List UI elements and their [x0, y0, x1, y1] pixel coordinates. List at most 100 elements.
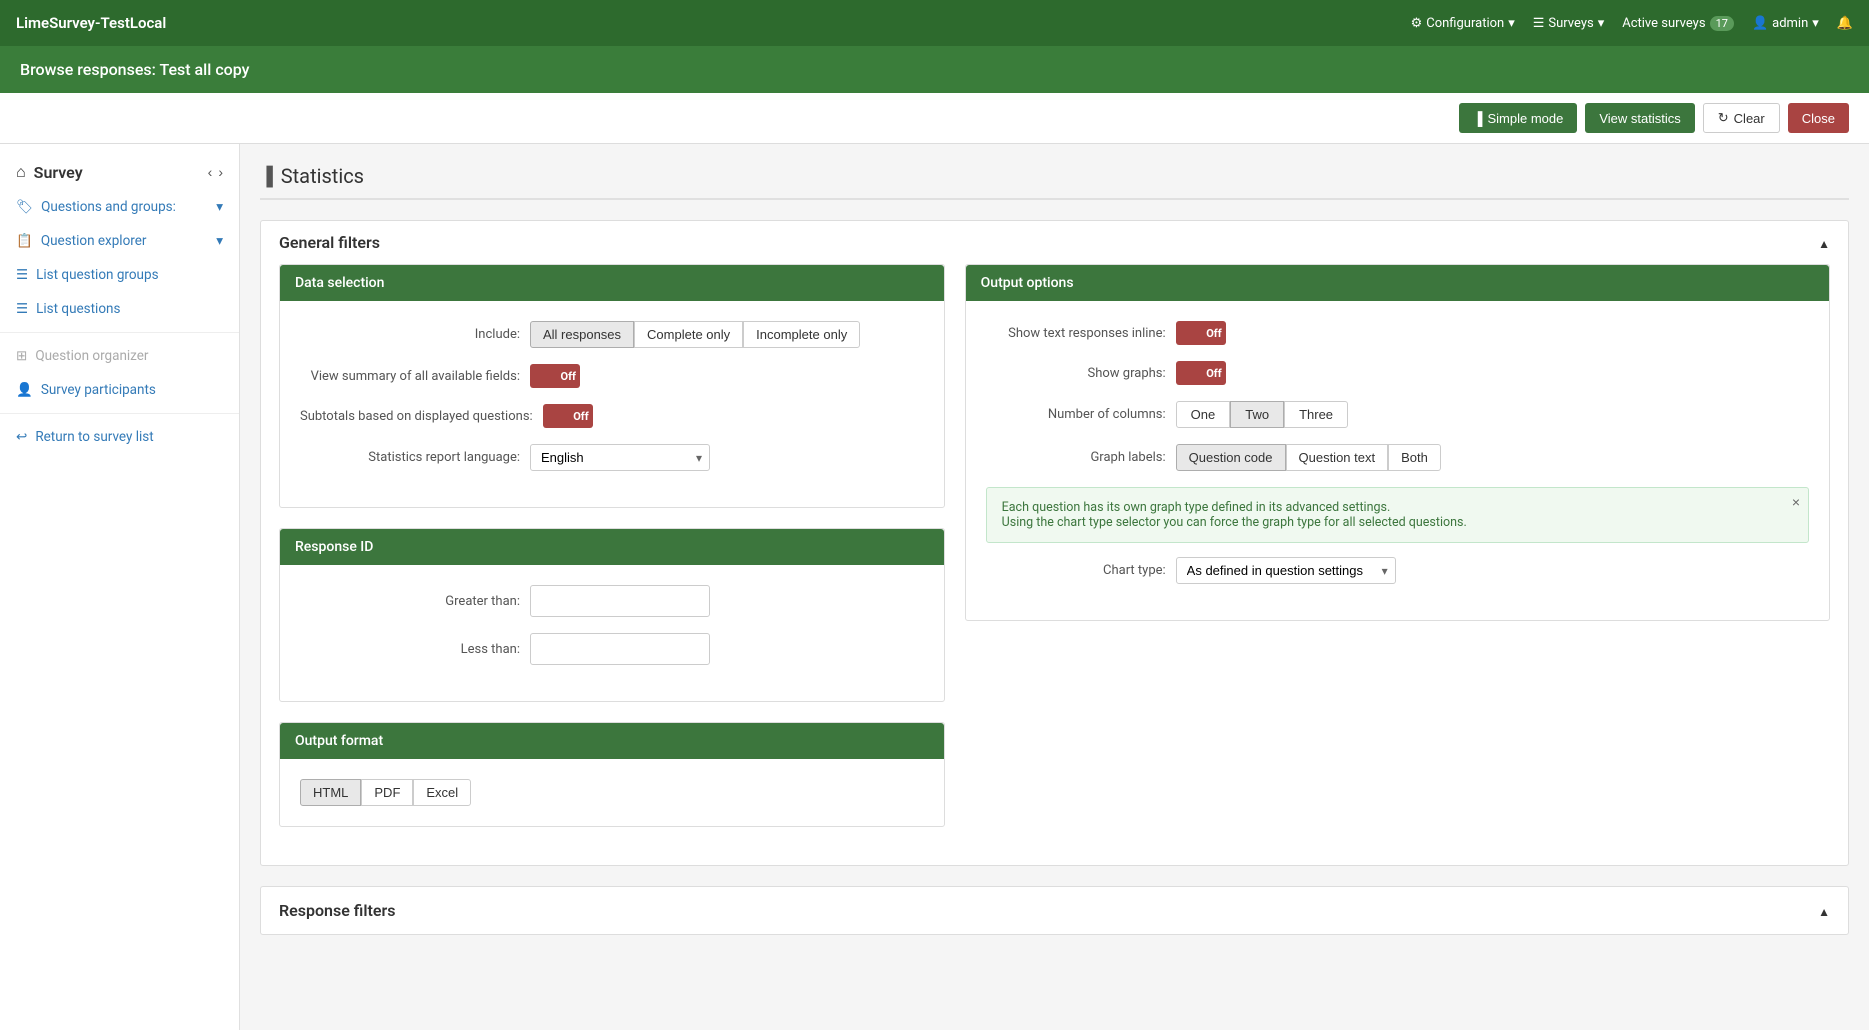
clear-button[interactable]: ↻ Clear	[1703, 103, 1780, 133]
output-format-body: HTML PDF Excel	[280, 759, 944, 826]
view-statistics-button[interactable]: View statistics	[1585, 103, 1694, 133]
question-text-btn[interactable]: Question text	[1286, 444, 1389, 471]
subtotals-label: Subtotals based on displayed questions:	[300, 409, 533, 424]
statistics-title: Statistics	[281, 164, 364, 188]
all-responses-btn[interactable]: All responses	[530, 321, 634, 348]
data-selection-panel: Data selection Include: All responses Co…	[279, 264, 945, 508]
main-content: ▐ Statistics General filters Data select…	[240, 144, 1869, 1030]
configuration-menu[interactable]: ⚙ Configuration ▾	[1411, 16, 1515, 31]
output-options-panel: Output options Show text responses inlin…	[965, 264, 1830, 621]
sidebar-item-survey-participants[interactable]: 👤 Survey participants	[0, 373, 239, 407]
notifications-bell[interactable]: 🔔	[1837, 16, 1853, 31]
alert-message-line1: Each question has its own graph type def…	[1002, 500, 1793, 515]
two-columns-btn[interactable]: Two	[1230, 401, 1284, 428]
sidebar-item-questions-groups[interactable]: 🏷 Questions and groups: ▾	[0, 190, 239, 224]
sidebar-item-question-organizer: ⊞ Question organizer	[0, 339, 239, 373]
output-format-btn-group: HTML PDF Excel	[300, 779, 924, 806]
explorer-icon: 📋	[16, 233, 33, 249]
chevron-down-icon-qg: ▾	[216, 199, 223, 215]
sidebar-item-question-explorer[interactable]: 📋 Question explorer ▾	[0, 224, 239, 258]
show-graphs-toggle[interactable]: Off	[1176, 361, 1226, 385]
less-than-label: Less than:	[300, 642, 520, 657]
participants-icon: 👤	[16, 382, 33, 398]
alert-message-line2: Using the chart type selector you can fo…	[1002, 515, 1793, 530]
active-surveys-badge: 17	[1710, 16, 1734, 31]
topnav-items: ⚙ Configuration ▾ ☰ Surveys ▾ Active sur…	[1411, 16, 1853, 31]
view-summary-label: View summary of all available fields:	[300, 369, 520, 384]
two-col-layout: Data selection Include: All responses Co…	[279, 264, 1830, 847]
subtotals-toggle[interactable]: Off	[543, 404, 593, 428]
both-btn[interactable]: Both	[1388, 444, 1441, 471]
response-id-panel: Response ID Greater than: Less than:	[279, 528, 945, 702]
list-qg-icon: ☰	[16, 267, 28, 283]
show-text-label: Show text responses inline:	[986, 326, 1166, 341]
greater-than-input[interactable]	[530, 585, 710, 617]
language-row: Statistics report language: English	[300, 444, 924, 471]
response-id-body: Greater than: Less than:	[280, 565, 944, 701]
alert-close-btn[interactable]: ×	[1792, 494, 1800, 510]
general-filters-header[interactable]: General filters	[261, 221, 1848, 264]
chart-info-alert: × Each question has its own graph type d…	[986, 487, 1809, 543]
sidebar-next-button[interactable]: ›	[218, 164, 223, 180]
response-filters-section[interactable]: Response filters	[260, 886, 1849, 935]
chart-type-select[interactable]: As defined in question settings	[1176, 557, 1396, 584]
right-column: Output options Show text responses inlin…	[965, 264, 1830, 847]
view-summary-row: View summary of all available fields: Of…	[300, 364, 924, 388]
greater-than-row: Greater than:	[300, 585, 924, 617]
back-icon: ↩	[16, 429, 27, 445]
refresh-icon: ↻	[1718, 110, 1729, 126]
sidebar-item-return-to-survey-list[interactable]: ↩ Return to survey list	[0, 420, 239, 454]
three-columns-btn[interactable]: Three	[1284, 401, 1348, 428]
one-column-btn[interactable]: One	[1176, 401, 1231, 428]
general-filters-body: Data selection Include: All responses Co…	[261, 264, 1848, 865]
sidebar-prev-button[interactable]: ‹	[208, 164, 213, 180]
general-filters-section: General filters Data selection Inclu	[260, 220, 1849, 866]
complete-only-btn[interactable]: Complete only	[634, 321, 743, 348]
language-select-wrapper: English	[530, 444, 710, 471]
include-label: Include:	[300, 327, 520, 342]
bar-chart-icon: ▐	[1473, 111, 1482, 126]
columns-btn-group: One Two Three	[1176, 401, 1348, 428]
chevron-down-icon-qe: ▾	[216, 233, 223, 249]
list-icon: ☰	[1533, 16, 1545, 31]
breadcrumb: Browse responses: Test all copy	[0, 46, 1869, 93]
surveys-menu[interactable]: ☰ Surveys ▾	[1533, 16, 1604, 31]
admin-menu[interactable]: 👤 admin ▾	[1752, 16, 1819, 31]
view-summary-toggle[interactable]: Off	[530, 364, 580, 388]
subtotals-toggle-track[interactable]: Off	[543, 404, 593, 428]
left-column: Data selection Include: All responses Co…	[279, 264, 945, 847]
language-select[interactable]: English	[530, 444, 710, 471]
include-row: Include: All responses Complete only Inc…	[300, 321, 924, 348]
show-graphs-row: Show graphs: Off	[986, 361, 1809, 385]
show-graphs-toggle-track[interactable]: Off	[1176, 361, 1226, 385]
show-text-toggle-track[interactable]: Off	[1176, 321, 1226, 345]
html-btn[interactable]: HTML	[300, 779, 361, 806]
close-button[interactable]: Close	[1788, 103, 1849, 133]
language-label: Statistics report language:	[300, 450, 520, 465]
subtotals-row: Subtotals based on displayed questions: …	[300, 404, 924, 428]
statistics-bar-icon: ▐	[260, 166, 273, 187]
sidebar-divider-1	[0, 332, 239, 333]
general-filters-chevron	[1818, 233, 1830, 252]
output-format-heading: Output format	[280, 723, 944, 759]
chart-type-row: Chart type: As defined in question setti…	[986, 557, 1809, 584]
show-text-row: Show text responses inline: Off	[986, 321, 1809, 345]
response-filters-chevron	[1818, 901, 1830, 920]
view-summary-toggle-track[interactable]: Off	[530, 364, 580, 388]
simple-mode-button[interactable]: ▐ Simple mode	[1459, 103, 1577, 133]
graph-labels-btn-group: Question code Question text Both	[1176, 444, 1441, 471]
output-options-body: Show text responses inline: Off Show gra…	[966, 301, 1829, 620]
excel-btn[interactable]: Excel	[413, 779, 471, 806]
show-graphs-label: Show graphs:	[986, 366, 1166, 381]
question-code-btn[interactable]: Question code	[1176, 444, 1286, 471]
chart-type-label: Chart type:	[986, 563, 1166, 578]
show-text-toggle[interactable]: Off	[1176, 321, 1226, 345]
sidebar-nav-icons: ‹ ›	[208, 164, 223, 180]
sidebar-item-list-questions[interactable]: ☰ List questions	[0, 292, 239, 326]
user-icon: 👤	[1752, 16, 1768, 31]
pdf-btn[interactable]: PDF	[361, 779, 413, 806]
sidebar-item-list-question-groups[interactable]: ☰ List question groups	[0, 258, 239, 292]
active-surveys-menu[interactable]: Active surveys 17	[1622, 16, 1734, 31]
less-than-input[interactable]	[530, 633, 710, 665]
incomplete-only-btn[interactable]: Incomplete only	[743, 321, 860, 348]
